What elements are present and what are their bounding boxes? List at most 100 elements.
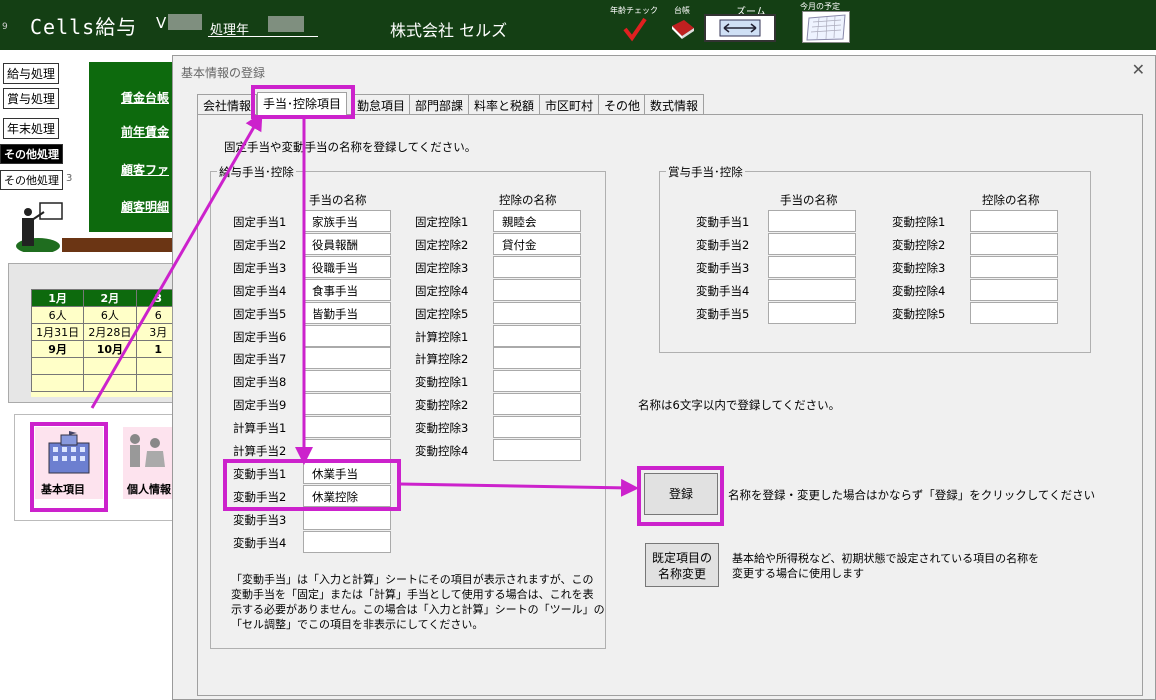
- shortcut-icons: 基本項目 個人情報: [14, 414, 176, 521]
- sheet-row-mark: 3: [66, 173, 73, 184]
- name-input[interactable]: [493, 347, 581, 370]
- instruction-text: 固定手当や変動手当の名称を登録してください。: [224, 140, 477, 154]
- year-underline: [208, 36, 318, 37]
- calendar-cell: 1月31日: [30, 323, 85, 341]
- calendar-table: 1月 2月 3 6人 6人 6 1月31日 2月28日 3月 9月 10月 1: [30, 289, 181, 392]
- personal-info-button[interactable]: 個人情報: [123, 427, 176, 499]
- building-icon: [48, 431, 90, 474]
- field-label: 固定手当7: [233, 352, 287, 367]
- salary-menu-button[interactable]: 給与処理: [3, 63, 60, 84]
- field-label: 計算控除2: [415, 352, 469, 367]
- name-input[interactable]: 食事手当: [303, 278, 391, 301]
- name-input[interactable]: [493, 278, 581, 301]
- field-label: 固定手当6: [233, 329, 287, 344]
- note-line: 変動手当を「固定」または「計算」手当として使用する場合は、これを表: [231, 588, 594, 601]
- name-input[interactable]: [970, 255, 1058, 278]
- name-input[interactable]: [970, 278, 1058, 301]
- field-label: 固定控除4: [415, 283, 469, 298]
- field-label: 変動手当1: [233, 466, 287, 481]
- name-input[interactable]: [493, 255, 581, 278]
- name-input[interactable]: [303, 324, 391, 347]
- name-input[interactable]: 皆勤手当: [303, 301, 391, 324]
- bonus-menu-button[interactable]: 賞与処理: [3, 88, 60, 109]
- name-input[interactable]: 親睦会: [493, 210, 581, 232]
- year-end-menu-button[interactable]: 年末処理: [3, 118, 60, 139]
- name-input[interactable]: [303, 439, 391, 461]
- field-label: 変動手当3: [233, 512, 287, 527]
- zoom-arrows-icon: [719, 19, 761, 37]
- basic-info-dialog: 基本情報の登録 ✕ 会社情報 手当･控除項目 勤怠項目 部門部課 料率と税額 市…: [172, 55, 1156, 700]
- name-input[interactable]: [303, 507, 391, 530]
- field-label: 固定手当2: [233, 237, 287, 252]
- customer-detail-link[interactable]: 顧客明細: [121, 198, 169, 215]
- tab-attendance[interactable]: 勤怠項目: [351, 94, 412, 114]
- name-input[interactable]: [493, 416, 581, 439]
- customer-file-link[interactable]: 顧客ファ: [121, 161, 169, 178]
- field-label: 固定手当3: [233, 260, 287, 275]
- name-input[interactable]: [303, 393, 391, 416]
- default-button-line: 名称変更: [657, 567, 706, 581]
- calendar-cell: 10月: [83, 340, 137, 358]
- close-icon[interactable]: ✕: [1132, 60, 1145, 79]
- ledger-book-icon[interactable]: [670, 18, 696, 40]
- name-input[interactable]: [768, 301, 856, 324]
- basic-items-button[interactable]: 基本項目: [35, 427, 103, 499]
- name-input[interactable]: [970, 210, 1058, 232]
- field-label: 変動控除2: [415, 398, 469, 413]
- name-input[interactable]: [493, 370, 581, 393]
- tab-allowance-deduction[interactable]: 手当･控除項目: [257, 92, 348, 115]
- field-label: 固定手当8: [233, 375, 287, 390]
- prev-year-wage-link[interactable]: 前年賃金: [121, 123, 169, 140]
- field-label: 変動手当5: [696, 306, 750, 321]
- name-input[interactable]: [493, 324, 581, 347]
- name-input[interactable]: 休業控除: [303, 484, 391, 507]
- field-label: 変動控除1: [415, 375, 469, 390]
- name-input[interactable]: [303, 347, 391, 370]
- name-input[interactable]: [493, 301, 581, 324]
- other-menu-button[interactable]: その他処理: [0, 144, 63, 164]
- calendar-cell: [83, 374, 137, 392]
- name-input[interactable]: [768, 210, 856, 232]
- tab-page-allowance: 固定手当や変動手当の名称を登録してください。 給与手当･控除 手当の名称 控除の…: [197, 114, 1143, 696]
- name-input[interactable]: [493, 393, 581, 416]
- name-input[interactable]: 家族手当: [303, 210, 391, 232]
- bonus-deduction-header: 控除の名称: [982, 193, 1040, 207]
- tab-department[interactable]: 部門部課: [409, 94, 470, 114]
- name-input[interactable]: [768, 255, 856, 278]
- field-label: 変動控除3: [892, 260, 946, 275]
- app-title: Cells給与: [30, 15, 138, 39]
- tab-rates-taxes[interactable]: 料率と税額: [468, 94, 541, 114]
- name-input[interactable]: [768, 232, 856, 255]
- other-menu-button-2[interactable]: その他処理: [0, 170, 63, 190]
- tab-formula[interactable]: 数式情報: [644, 94, 705, 114]
- name-input[interactable]: [303, 416, 391, 439]
- check-icon[interactable]: [622, 16, 648, 42]
- tab-other[interactable]: その他: [598, 94, 647, 114]
- tab-company-info[interactable]: 会社情報: [197, 94, 258, 114]
- name-input[interactable]: [493, 439, 581, 461]
- bonus-group-caption: 賞与手当･控除: [666, 164, 745, 180]
- name-input[interactable]: 役職手当: [303, 255, 391, 278]
- name-input[interactable]: [303, 370, 391, 393]
- name-input[interactable]: [768, 278, 856, 301]
- tab-municipality[interactable]: 市区町村: [539, 94, 600, 114]
- name-input[interactable]: [970, 232, 1058, 255]
- name-input[interactable]: 貸付金: [493, 232, 581, 255]
- register-button[interactable]: 登録: [644, 473, 718, 515]
- name-input[interactable]: 役員報酬: [303, 232, 391, 255]
- name-input[interactable]: [970, 301, 1058, 324]
- default-note-line: 基本給や所得税など、初期状態で設定されている項目の名称を: [732, 552, 1040, 565]
- wage-ledger-link[interactable]: 賃金台帳: [121, 89, 169, 106]
- field-label: 固定手当4: [233, 283, 287, 298]
- name-input[interactable]: 休業手当: [303, 461, 391, 484]
- salary-group-caption: 給与手当･控除: [217, 164, 296, 180]
- field-label: 固定控除3: [415, 260, 469, 275]
- calendar-cell: 6人: [30, 306, 85, 324]
- zoom-button[interactable]: [704, 14, 776, 42]
- calendar-button[interactable]: [802, 11, 850, 43]
- field-label: 変動手当2: [696, 237, 750, 252]
- field-label: 固定控除2: [415, 237, 469, 252]
- calendar-cell: 2月28日: [83, 323, 137, 341]
- name-input[interactable]: [303, 530, 391, 553]
- default-name-change-button[interactable]: 既定項目の 名称変更: [645, 543, 719, 587]
